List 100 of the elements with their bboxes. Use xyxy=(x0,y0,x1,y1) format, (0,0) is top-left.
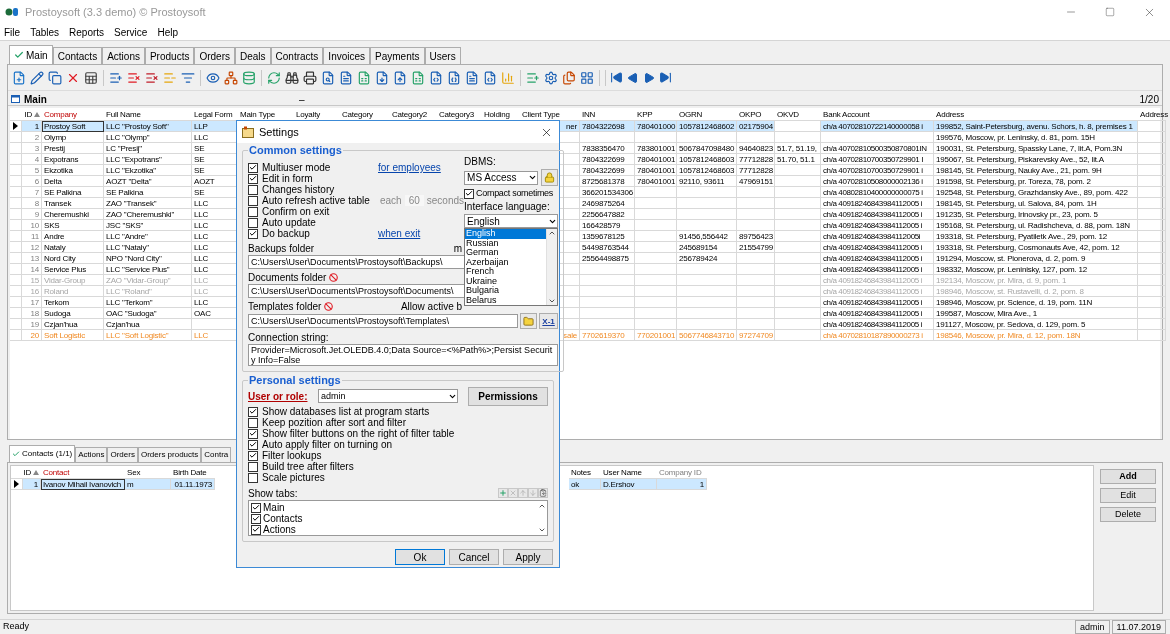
dialog-button[interactable]: Cancel xyxy=(449,549,499,565)
tab[interactable]: Orders xyxy=(194,47,235,64)
table-cell: 192548, St. Petersburg, Grazhdansky Ave., 89, pom. 422 xyxy=(934,187,1138,198)
column-header[interactable]: Address xyxy=(1140,108,1168,120)
column-header[interactable]: Birth Date xyxy=(173,466,207,478)
tab[interactable]: Orders products xyxy=(137,447,202,462)
table-cell: 7702619370 xyxy=(580,330,635,341)
column-header[interactable]: ID xyxy=(24,108,40,120)
dropdown-option[interactable]: Belarus xyxy=(465,295,547,305)
field-label: Backups folder xyxy=(248,243,315,254)
group-title: Personal settings xyxy=(248,375,342,386)
tab[interactable]: Actions xyxy=(102,47,145,64)
column-header[interactable]: Client Type xyxy=(522,108,560,120)
dropdown-option[interactable]: Russian xyxy=(465,238,547,248)
table-cell: 54498763544 xyxy=(580,242,635,253)
interval-suffix: seconds xyxy=(426,195,465,206)
column-header[interactable]: Bank Account xyxy=(823,108,870,120)
menu-item[interactable]: Reports xyxy=(69,24,105,40)
column-header[interactable]: Category3 xyxy=(439,108,475,120)
language-combobox[interactable]: English xyxy=(464,214,559,228)
permissions-button[interactable]: Permissions xyxy=(468,386,548,406)
table-cell: 4 xyxy=(22,154,42,165)
list-item: Contacts xyxy=(263,513,303,524)
link[interactable]: for employees xyxy=(378,162,441,173)
field-label: DBMS: xyxy=(464,156,496,167)
column-header[interactable]: Contact xyxy=(43,466,70,478)
table-cell: 7804322699 xyxy=(580,165,635,176)
tab[interactable]: Contacts xyxy=(52,47,103,64)
tab[interactable]: Payments xyxy=(370,47,425,64)
dropdown-option[interactable]: Bulgaria xyxy=(465,286,547,296)
column-header[interactable]: Legal Form xyxy=(194,108,233,120)
tab[interactable]: Contracts xyxy=(270,47,324,64)
column-header[interactable]: Notes xyxy=(571,466,591,478)
field-label: Interface language: xyxy=(464,201,550,212)
table-cell: 2 xyxy=(22,132,42,143)
checkbox-label: Auto update xyxy=(262,217,317,228)
dropdown-option[interactable]: Azerbaijan xyxy=(465,257,547,267)
column-header[interactable]: Loyalty xyxy=(296,108,320,120)
tab[interactable]: Users xyxy=(424,47,461,64)
checkbox-label: Auto refresh active table xyxy=(262,195,370,206)
action-button[interactable]: Add xyxy=(1100,469,1156,484)
tabs-listbox[interactable]: Main Contacts Actions xyxy=(248,500,548,536)
column-header[interactable]: OKVD xyxy=(777,108,799,120)
interval-prefix: each xyxy=(380,195,402,206)
dropdown-option[interactable]: French xyxy=(465,267,547,277)
dialog-button[interactable]: Ok xyxy=(395,549,445,565)
menu-item[interactable]: Help xyxy=(157,24,178,40)
column-header[interactable]: Company ID xyxy=(659,466,702,478)
user-combobox[interactable]: admin xyxy=(318,389,458,403)
table-cell: 780401001 xyxy=(635,176,677,187)
table-cell: SE Palkina xyxy=(104,187,192,198)
dbms-combobox[interactable]: MS Access xyxy=(464,170,539,185)
column-header[interactable]: OGRN xyxy=(679,108,703,120)
table-cell: LLC "Ekzotika" xyxy=(104,165,192,176)
checkbox-label: Compact sometimes xyxy=(476,188,553,199)
column-header[interactable]: KPP xyxy=(637,108,653,120)
link[interactable]: when exit xyxy=(378,228,421,239)
tab[interactable]: Contacts (1/1) xyxy=(9,445,76,462)
table-cell: 7804322698 xyxy=(580,121,635,132)
table-cell: 92110, 93611 xyxy=(677,176,737,187)
column-header[interactable]: Company xyxy=(44,108,77,120)
path-field[interactable]: C:\Users\User\Documents\Prostoysoft\Templates\ xyxy=(248,314,519,328)
column-header[interactable]: Main Type xyxy=(240,108,275,120)
template-button[interactable]: X-1 xyxy=(539,313,559,329)
menu-item[interactable]: File xyxy=(4,24,21,40)
column-header[interactable]: Holding xyxy=(484,108,510,120)
table-cell: LLC "Andre" xyxy=(104,231,192,242)
column-header[interactable]: ID xyxy=(23,466,39,478)
table-cell: 20 xyxy=(22,330,42,341)
connection-field[interactable]: Provider=Microsoft.Jet.OLEDB.4.0;Data Source=<%Path%>;Persist Security Info=False xyxy=(248,344,559,366)
tab[interactable]: Deals xyxy=(235,47,271,64)
column-header[interactable]: Category2 xyxy=(392,108,428,120)
tab[interactable]: Orders xyxy=(107,447,138,462)
table-cell: 199576, Moscow, pr. Leninsky, d. 81, pom. 15H xyxy=(934,132,1138,143)
column-header[interactable]: Category xyxy=(342,108,373,120)
column-header[interactable]: OKPO xyxy=(739,108,762,120)
column-header[interactable]: User Name xyxy=(603,466,642,478)
column-header[interactable]: INN xyxy=(582,108,596,120)
checkbox-label: Do backup xyxy=(262,228,310,239)
tab[interactable]: Actions xyxy=(75,447,108,462)
table-cell: 199587, Moscow, Mira Ave., 1 xyxy=(934,308,1138,319)
action-button[interactable]: Delete xyxy=(1100,507,1156,522)
menu-item[interactable]: Service xyxy=(114,24,148,40)
table-cell: LLC "Terkom" xyxy=(104,297,192,308)
tab[interactable]: Products xyxy=(144,47,195,64)
table-cell: Service Plus xyxy=(42,264,104,275)
table-cell: 5067847098480 xyxy=(677,143,737,154)
column-header[interactable]: Sex xyxy=(127,466,141,478)
action-button[interactable]: Edit xyxy=(1100,488,1156,503)
tab[interactable]: Invoices xyxy=(323,47,371,64)
dropdown-option[interactable]: Ukraine xyxy=(465,276,547,286)
tab[interactable]: Contra xyxy=(201,447,232,462)
dropdown-option[interactable]: German xyxy=(465,248,547,258)
table-cell: 8 xyxy=(22,198,42,209)
menu-item[interactable]: Tables xyxy=(30,24,60,40)
tab[interactable]: Main xyxy=(9,45,53,64)
column-header[interactable]: Address xyxy=(936,108,964,120)
dropdown-option[interactable]: English xyxy=(465,229,547,239)
dialog-button[interactable]: Apply xyxy=(503,549,553,565)
column-header[interactable]: Full Name xyxy=(106,108,141,120)
